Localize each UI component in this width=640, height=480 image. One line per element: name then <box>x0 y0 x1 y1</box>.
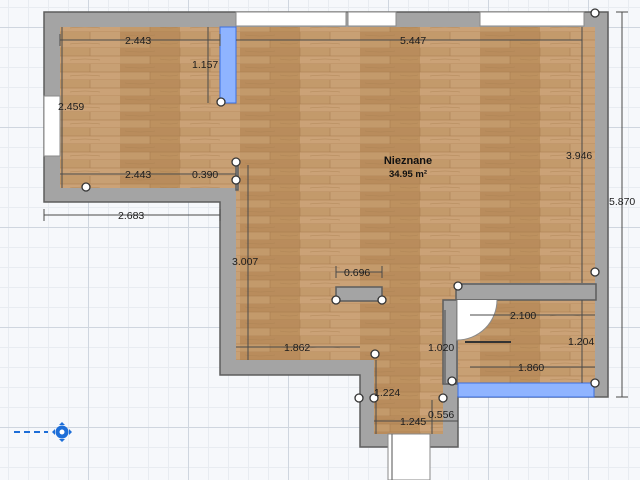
dim-label[interactable]: 2.443 <box>125 169 151 181</box>
node[interactable] <box>354 393 364 403</box>
dim-label[interactable]: 2.683 <box>118 210 144 222</box>
closet-top-wall[interactable] <box>455 283 597 301</box>
node[interactable] <box>438 393 448 403</box>
node[interactable] <box>231 157 241 167</box>
node[interactable] <box>216 97 226 107</box>
counter-block[interactable] <box>335 286 383 302</box>
dim-label[interactable]: 1.204 <box>568 336 594 348</box>
dim-label[interactable]: 1.245 <box>400 416 426 428</box>
window-top-1[interactable] <box>235 11 347 27</box>
window-top-2[interactable] <box>347 11 397 27</box>
dim-label[interactable]: 0.556 <box>428 409 454 421</box>
node[interactable] <box>231 175 241 185</box>
selected-wall-niche[interactable] <box>219 26 237 104</box>
dim-label[interactable]: 2.443 <box>125 35 151 47</box>
room-area: 34.95 m² <box>388 169 428 180</box>
dim-label[interactable]: 1.157 <box>192 59 218 71</box>
entry-door-opening[interactable] <box>387 433 431 480</box>
dim-label[interactable]: 0.390 <box>192 169 218 181</box>
dim-label[interactable]: 1.862 <box>284 342 310 354</box>
dim-label[interactable]: 5.870 <box>609 196 635 208</box>
node[interactable] <box>377 295 387 305</box>
node[interactable] <box>590 267 600 277</box>
dim-label[interactable]: 0.696 <box>344 267 370 279</box>
node[interactable] <box>370 349 380 359</box>
dim-label[interactable]: 1.860 <box>518 362 544 374</box>
room-name[interactable]: Nieznane <box>360 155 456 167</box>
compass-icon[interactable] <box>52 422 72 442</box>
node[interactable] <box>81 182 91 192</box>
dim-label[interactable]: 5.447 <box>400 35 426 47</box>
node[interactable] <box>447 376 457 386</box>
dim-label[interactable]: 1.020 <box>428 342 454 354</box>
node[interactable] <box>453 281 463 291</box>
dim-label[interactable]: 1.224 <box>374 387 400 399</box>
floor-plan-drawing[interactable]: 2.443 5.447 2.459 1.157 2.443 0.390 2.68… <box>0 0 640 480</box>
node[interactable] <box>331 295 341 305</box>
guide-line <box>14 431 48 433</box>
node[interactable] <box>590 378 600 388</box>
dim-label[interactable]: 3.946 <box>566 150 592 162</box>
window-top-3[interactable] <box>479 11 585 27</box>
floor-plan-canvas[interactable]: 2.443 5.447 2.459 1.157 2.443 0.390 2.68… <box>0 0 640 480</box>
dim-label[interactable]: 3.007 <box>232 256 258 268</box>
selected-wall-closet[interactable] <box>457 382 595 398</box>
dim-label[interactable]: 2.100 <box>510 310 536 322</box>
dim-label[interactable]: 2.459 <box>58 101 84 113</box>
node[interactable] <box>590 8 600 18</box>
